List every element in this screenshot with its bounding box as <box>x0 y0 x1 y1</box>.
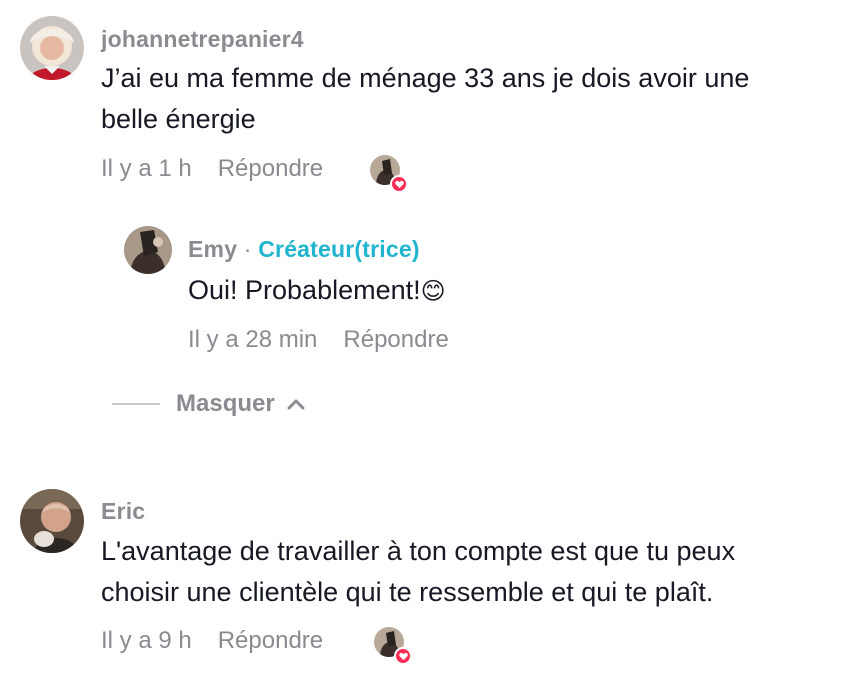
chevron-up-icon <box>287 399 305 410</box>
comment-text: L'avantage de travailler à ton compte es… <box>101 531 735 613</box>
reply-text: Oui! Probablement!😊 <box>188 270 446 312</box>
reply-button[interactable]: Répondre <box>343 326 448 354</box>
reply-text-content: Oui! Probablement! <box>188 275 421 305</box>
comment-text-line: belle énergie <box>101 104 256 134</box>
comment-text-line: choisir une clientèle qui te ressemble e… <box>101 577 714 607</box>
smiling-face-emoji: 😊 <box>420 277 446 305</box>
reply-username[interactable]: Emy <box>188 236 237 262</box>
reply-timestamp: Il y a 28 min <box>188 326 318 353</box>
comment-meta: Il y a 9 h Répondre <box>101 627 323 655</box>
divider-line <box>112 403 160 405</box>
comment-text-line: J’ai eu ma femme de ménage 33 ans je doi… <box>101 63 750 93</box>
hide-replies-label: Masquer <box>176 390 275 417</box>
comment-timestamp: Il y a 1 h <box>101 155 192 182</box>
reply-meta: Il y a 28 min Répondre <box>188 326 449 354</box>
user-avatar-image <box>124 226 172 274</box>
avatar[interactable] <box>20 489 84 553</box>
reply-username-row: Emy · Créateur(trice) <box>188 236 420 263</box>
separator-dot: · <box>243 236 252 262</box>
comment-username[interactable]: johannetrepanier4 <box>101 26 304 53</box>
reply-button[interactable]: Répondre <box>218 627 323 655</box>
creator-liked-indicator <box>370 155 408 193</box>
heart-icon <box>394 647 412 665</box>
comment-timestamp: Il y a 9 h <box>101 627 192 654</box>
user-avatar-image <box>20 16 84 80</box>
creator-badge: Créateur(trice) <box>258 236 420 262</box>
hide-replies-button[interactable]: Masquer <box>112 390 305 418</box>
creator-liked-indicator <box>374 627 412 665</box>
user-avatar-image <box>20 489 84 553</box>
avatar[interactable] <box>124 226 172 274</box>
comment-username[interactable]: Eric <box>101 498 145 525</box>
reply-button[interactable]: Répondre <box>218 155 323 183</box>
heart-icon <box>390 175 408 193</box>
comment-text-line: L'avantage de travailler à ton compte es… <box>101 536 736 566</box>
comment-text: J’ai eu ma femme de ménage 33 ans je doi… <box>101 58 749 140</box>
avatar[interactable] <box>20 16 84 80</box>
comment-meta: Il y a 1 h Répondre <box>101 155 323 183</box>
